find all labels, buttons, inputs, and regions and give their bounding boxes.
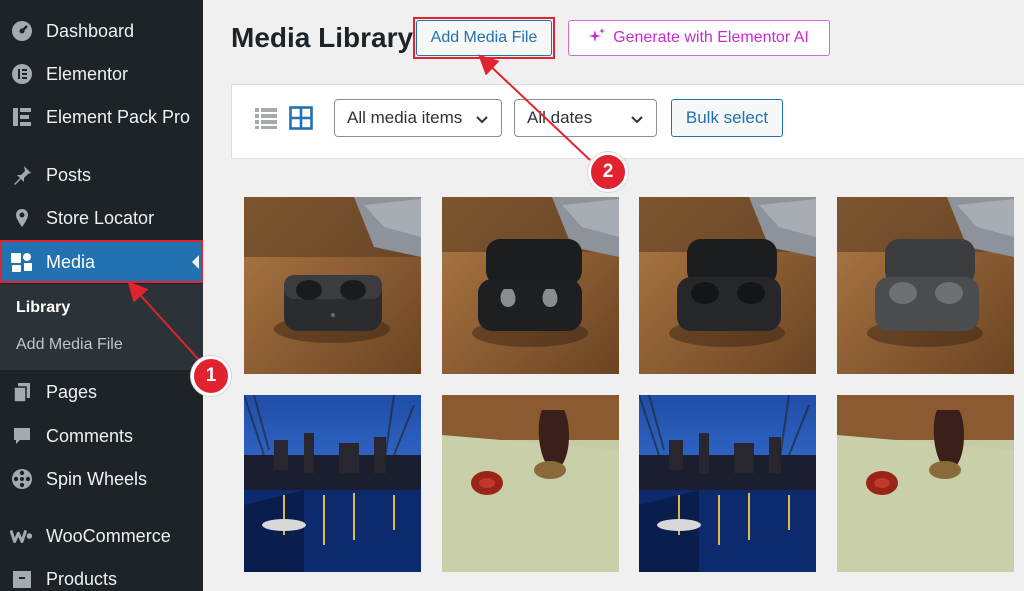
media-thumbnail[interactable] [442, 395, 619, 572]
element-pack-icon [10, 105, 34, 129]
media-thumbnail[interactable] [639, 197, 816, 374]
sidebar-item-media[interactable]: Media [0, 242, 203, 282]
sidebar-item-label: Spin Wheels [46, 468, 148, 489]
chevron-down-icon [630, 112, 644, 132]
sidebar-item-products[interactable]: Products [0, 559, 203, 591]
step-1-badge: 1 [191, 356, 231, 396]
sidebar-item-element-pack-pro[interactable]: Element Pack Pro [0, 97, 203, 137]
media-thumbnail[interactable] [244, 395, 421, 572]
submenu-item-library[interactable]: Library [16, 299, 70, 317]
admin-sidebar: Dashboard Elementor Element Pack Pro Pos… [0, 0, 203, 591]
list-view-icon[interactable] [254, 106, 278, 130]
sidebar-item-label: Comments [46, 425, 134, 446]
date-select-value: All dates [527, 108, 593, 127]
sidebar-item-spin-wheels[interactable]: Spin Wheels [0, 459, 203, 499]
comment-icon [10, 424, 34, 448]
media-thumbnail[interactable] [837, 395, 1014, 572]
submenu-item-add-media-file[interactable]: Add Media File [16, 336, 123, 354]
sidebar-item-label: Dashboard [46, 20, 135, 41]
media-thumbnail[interactable] [639, 395, 816, 572]
pages-icon [10, 380, 34, 404]
sidebar-item-label: Posts [46, 164, 92, 185]
sidebar-item-elementor[interactable]: Elementor [0, 54, 203, 94]
sidebar-item-label: Element Pack Pro [46, 106, 191, 127]
grid-view-icon[interactable] [289, 106, 313, 130]
media-submenu: Library Add Media File [0, 284, 203, 370]
media-icon [10, 250, 34, 274]
location-pin-icon [10, 206, 34, 230]
pin-icon [10, 163, 34, 187]
sidebar-item-label: Products [46, 568, 118, 589]
woocommerce-icon [10, 524, 34, 548]
sidebar-item-label: Media [46, 251, 96, 272]
generate-with-ai-button[interactable]: Generate with Elementor AI [568, 20, 830, 56]
sidebar-item-comments[interactable]: Comments [0, 416, 203, 456]
add-media-file-button[interactable]: Add Media File [416, 20, 552, 56]
sidebar-item-posts[interactable]: Posts [0, 155, 203, 195]
media-type-select-value: All media items [347, 108, 463, 127]
media-thumbnail[interactable] [837, 197, 1014, 374]
sidebar-item-label: Pages [46, 381, 98, 402]
page-title: Media Library [231, 22, 414, 53]
bulk-select-button[interactable]: Bulk select [671, 99, 783, 137]
date-select[interactable]: All dates [514, 99, 657, 137]
products-icon [10, 567, 34, 591]
current-menu-arrow [192, 255, 199, 269]
sidebar-item-woocommerce[interactable]: WooCommerce [0, 516, 203, 556]
sidebar-item-store-locator[interactable]: Store Locator [0, 198, 203, 238]
media-toolbar: All media items All dates Bulk select [231, 84, 1024, 159]
chevron-down-icon [475, 112, 489, 132]
ai-button-label: Generate with Elementor AI [613, 29, 809, 46]
media-thumbnail[interactable] [244, 197, 421, 374]
sparkle-icon [589, 27, 606, 49]
step-2-badge: 2 [588, 152, 628, 192]
sidebar-item-label: Elementor [46, 63, 129, 84]
sidebar-item-label: Store Locator [46, 207, 155, 228]
sidebar-item-pages[interactable]: Pages [0, 372, 203, 412]
sidebar-item-dashboard[interactable]: Dashboard [0, 11, 203, 51]
dashboard-icon [10, 19, 34, 43]
wheel-icon [10, 467, 34, 491]
elementor-icon [10, 62, 34, 86]
sidebar-item-label: WooCommerce [46, 525, 171, 546]
media-thumbnail[interactable] [442, 197, 619, 374]
media-type-select[interactable]: All media items [334, 99, 502, 137]
